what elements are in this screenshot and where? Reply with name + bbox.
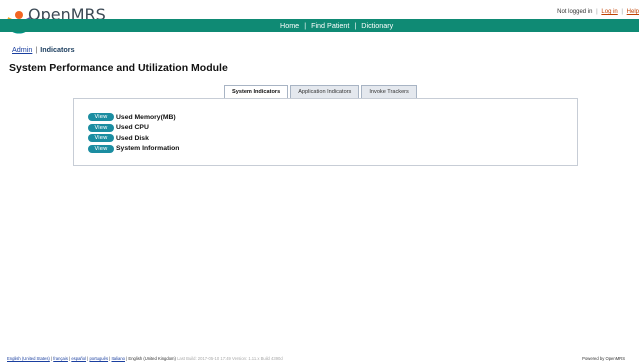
indicator-row-system-information: View System Information [88, 144, 179, 155]
breadcrumb-admin[interactable]: Admin [12, 45, 32, 54]
indicator-row-used-cpu: View Used CPU [88, 123, 179, 134]
user-status: Not logged in [557, 9, 593, 15]
indicator-row-used-disk: View Used Disk [88, 133, 179, 144]
indicator-label: System Information [116, 145, 180, 153]
indicator-label: Used Memory(MB) [116, 113, 176, 121]
indicator-label: Used CPU [116, 124, 149, 132]
indicator-label: Used Disk [116, 134, 149, 142]
indicator-tabs: System Indicators Application Indicators… [224, 85, 419, 99]
user-bar-separator: | [596, 9, 598, 15]
breadcrumb-divider: | [35, 45, 38, 54]
view-used-cpu-button[interactable]: View [88, 123, 114, 132]
indicator-list: View Used Memory(MB) View Used CPU View … [88, 112, 179, 154]
language-link[interactable]: Italiano [111, 356, 125, 361]
language-links: English (United States) | français | esp… [7, 356, 283, 361]
tab-system-indicators[interactable]: System Indicators [224, 85, 289, 99]
main-navbar: Home | Find Patient | Dictionary [0, 19, 639, 32]
language-link[interactable]: English (United States) [7, 356, 50, 361]
powered-by: Powered by OpenMRS [582, 356, 625, 361]
login-link[interactable]: Log in [601, 9, 617, 15]
nav-dictionary[interactable]: Dictionary [356, 21, 398, 30]
breadcrumb-current: Indicators [40, 45, 75, 54]
language-link[interactable]: español [71, 356, 86, 361]
page-title: System Performance and Utilization Modul… [9, 62, 228, 74]
language-link[interactable]: français [53, 356, 68, 361]
help-link[interactable]: Help [627, 9, 639, 15]
view-system-information-button[interactable]: View [88, 144, 114, 153]
current-language: English (United Kingdom) [128, 356, 176, 361]
tab-invoke-trackers[interactable]: Invoke Trackers [361, 85, 417, 99]
nav-home[interactable]: Home [275, 21, 304, 30]
user-bar-separator: | [621, 9, 623, 15]
build-info: Last Build: 2017-05-10 17:49 Version: 1.… [177, 356, 283, 361]
language-link[interactable]: português [89, 356, 108, 361]
view-used-disk-button[interactable]: View [88, 134, 114, 143]
nav-find-patient[interactable]: Find Patient [306, 21, 354, 30]
footer: English (United States) | français | esp… [0, 355, 639, 362]
tab-application-indicators[interactable]: Application Indicators [290, 85, 360, 99]
user-bar: Not logged in | Log in | Help [557, 9, 639, 15]
indicator-row-used-memory: View Used Memory(MB) [88, 112, 179, 123]
view-used-memory-button[interactable]: View [88, 113, 114, 122]
breadcrumb: Admin | Indicators [12, 45, 75, 54]
